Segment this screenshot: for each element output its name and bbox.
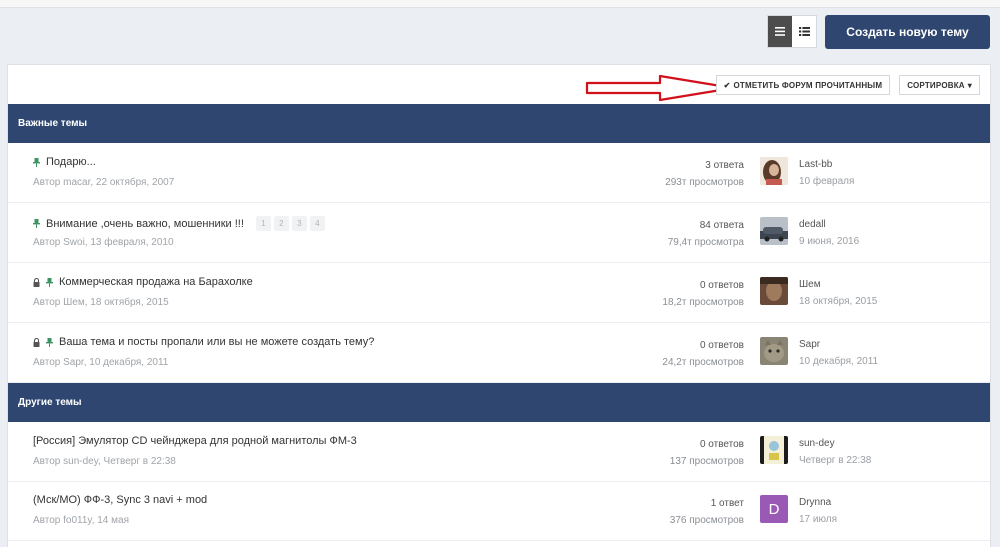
topic-meta: Автор macar, 22 октября, 2007 [33, 177, 175, 188]
topic-list-panel: ✔ ОТМЕТИТЬ ФОРУМ ПРОЧИТАННЫМ СОРТИРОВКА … [7, 64, 991, 547]
pin-icon [46, 337, 53, 347]
page-link[interactable]: 4 [309, 216, 325, 231]
top-strip [0, 0, 1000, 8]
topic-title[interactable]: [Россия] Эмулятор CD чейнджера для родно… [33, 435, 357, 447]
topic-title[interactable]: Коммерческая продажа на Барахолке [59, 276, 253, 288]
mark-forum-read-label: ОТМЕТИТЬ ФОРУМ ПРОЧИТАННЫМ [733, 80, 883, 90]
topic-meta: Автор sun-dey, Четверг в 22:38 [33, 456, 176, 467]
topic-row[interactable]: (Мск/МО) ФФ-3, Sync 3 navi + mod Автор f… [8, 481, 990, 541]
view-count: 24,2т просмотров [662, 357, 744, 368]
last-poster[interactable]: Шем [799, 277, 877, 293]
create-topic-button[interactable]: Создать новую тему [825, 15, 990, 49]
view-toggle [767, 15, 817, 48]
avatar-letter: D [768, 500, 780, 518]
topic-meta: Автор Sapr, 10 декабря, 2011 [33, 357, 169, 368]
detail-view-button[interactable] [792, 16, 816, 47]
last-post-date: 10 февраля [799, 176, 855, 187]
page-links: 1 2 3 4 [255, 216, 325, 231]
pin-icon [46, 277, 53, 287]
topic-row[interactable]: Коммерческая продажа на Барахолке Автор … [8, 263, 990, 323]
pin-icon [33, 157, 40, 167]
topic-row[interactable]: Подарю... Автор macar, 22 октября, 2007 … [8, 143, 990, 203]
topic-title[interactable]: Внимание ,очень важно, мошенники !!! [46, 218, 244, 230]
view-count: 79,4т просмотра [667, 237, 744, 248]
topic-title[interactable]: Подарю... [46, 156, 96, 168]
pin-icon [33, 219, 40, 228]
topic-row[interactable]: [Россия] Эмулятор CD чейнджера для родно… [8, 422, 990, 482]
topic-row[interactable]: Ваша тема и посты пропали или вы не може… [8, 323, 990, 383]
last-poster[interactable]: Drynna [799, 495, 837, 511]
last-post-date: 10 декабря, 2011 [799, 356, 879, 367]
sort-button[interactable]: СОРТИРОВКА ▾ [899, 75, 980, 95]
last-post-date: Четверг в 22:38 [799, 455, 872, 466]
topic-title[interactable]: Ваша тема и посты пропали или вы не може… [59, 336, 374, 348]
pinned-section-header: Важные темы [8, 104, 990, 143]
last-post-date: 9 июня, 2016 [799, 236, 860, 247]
last-poster[interactable]: Sapr [799, 337, 878, 353]
avatar[interactable] [760, 436, 788, 464]
topic-toolbar: ✔ ОТМЕТИТЬ ФОРУМ ПРОЧИТАННЫМ СОРТИРОВКА … [715, 75, 980, 95]
avatar[interactable]: D [760, 495, 788, 523]
topic-meta: Автор fo011y, 14 мая [33, 515, 129, 526]
view-count: 376 просмотров [669, 515, 744, 526]
view-count: 137 просмотров [669, 456, 744, 467]
last-poster[interactable]: sun-dey [799, 436, 871, 452]
topic-meta: Автор Swoi, 13 февраля, 2010 [33, 237, 174, 248]
topic-row[interactable]: Внимание ,очень важно, мошенники !!! 1 2… [8, 203, 990, 263]
reply-count: 0 ответов [699, 340, 744, 351]
red-arrow-annotation [585, 74, 735, 102]
reply-count: 0 ответов [699, 280, 744, 291]
page-link[interactable]: 1 [255, 216, 271, 231]
reply-count: 3 ответа [705, 160, 744, 171]
topic-meta: Автор Шем, 18 октября, 2015 [33, 297, 169, 308]
detail-view-icon [798, 27, 810, 36]
list-view-icon [775, 27, 785, 36]
sort-label: СОРТИРОВКА [907, 80, 965, 90]
avatar[interactable] [760, 277, 788, 305]
view-count: 293т просмотров [665, 177, 744, 188]
topic-title[interactable]: (Мск/МО) ФФ-3, Sync 3 navi + mod [33, 494, 207, 506]
view-count: 18,2т просмотров [662, 297, 744, 308]
lock-icon [33, 277, 40, 287]
check-icon: ✔ [723, 80, 731, 90]
last-post-date: 17 июля [799, 514, 838, 525]
lock-icon [33, 337, 40, 347]
list-view-button[interactable] [768, 16, 792, 47]
page-link[interactable]: 2 [273, 216, 289, 231]
last-poster[interactable]: dedall [799, 217, 859, 233]
avatar[interactable] [760, 157, 788, 185]
other-section-header: Другие темы [8, 383, 990, 422]
avatar[interactable] [760, 337, 788, 365]
avatar[interactable] [760, 217, 788, 245]
pinned-section-title: Важные темы [18, 118, 88, 129]
other-section-title: Другие темы [18, 397, 82, 408]
last-post-date: 18 октября, 2015 [799, 296, 878, 307]
page-link[interactable]: 3 [291, 216, 307, 231]
mark-forum-read-button[interactable]: ✔ ОТМЕТИТЬ ФОРУМ ПРОЧИТАННЫМ [715, 75, 891, 95]
reply-count: 84 ответа [699, 220, 744, 231]
reply-count: 1 ответ [710, 498, 744, 509]
reply-count: 0 ответов [699, 439, 744, 450]
caret-down-icon: ▾ [967, 80, 972, 90]
last-poster[interactable]: Last-bb [799, 157, 854, 173]
